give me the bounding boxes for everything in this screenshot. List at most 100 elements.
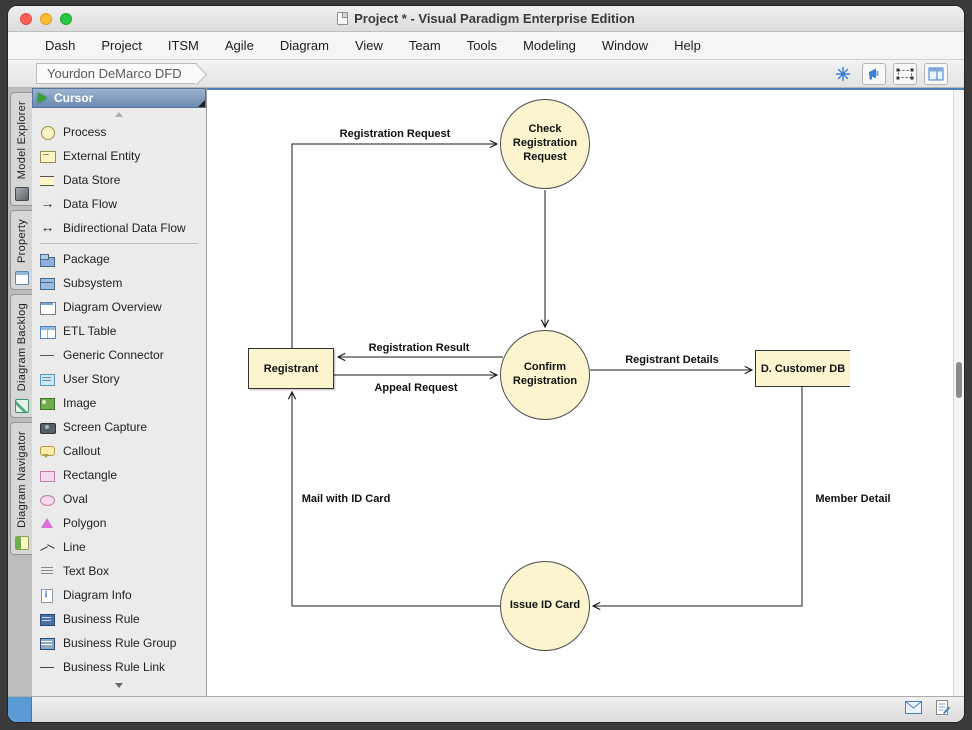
app-window: Project * - Visual Paradigm Enterprise E…: [8, 6, 964, 722]
menu-agile[interactable]: Agile: [212, 38, 267, 53]
message-icon[interactable]: [905, 701, 922, 719]
process-icon: [39, 124, 56, 140]
palette-item-oval[interactable]: Oval: [32, 487, 206, 511]
palette-item-data-store[interactable]: Data Store: [32, 168, 206, 192]
palette-scroll-down[interactable]: [32, 679, 206, 691]
diagram-backlog-icon: [15, 399, 29, 413]
palette-item-data-flow[interactable]: Data Flow: [32, 192, 206, 216]
palette-item-business-rule-group[interactable]: Business Rule Group: [32, 631, 206, 655]
external-entity-registrant[interactable]: Registrant: [248, 348, 334, 389]
palette-item-label: Package: [63, 252, 110, 266]
sidebar-tab-property[interactable]: Property: [10, 210, 32, 290]
menu-bar: Dash Project ITSM Agile Diagram View Tea…: [8, 32, 964, 60]
triangle-down-icon: [115, 683, 123, 688]
data-store-customer-db[interactable]: D. Customer DB: [755, 350, 850, 387]
palette-item-process[interactable]: Process: [32, 120, 206, 144]
scrollbar-thumb[interactable]: [956, 362, 962, 398]
package-icon: [39, 251, 56, 267]
menu-window[interactable]: Window: [589, 38, 661, 53]
close-window-button[interactable]: [20, 13, 32, 25]
data-store-icon: [39, 172, 56, 188]
callout-icon: [39, 443, 56, 459]
palette-item-label: External Entity: [63, 149, 140, 163]
palette-item-business-rule[interactable]: Business Rule: [32, 607, 206, 631]
flow-label-registrant-details[interactable]: Registrant Details: [623, 354, 721, 366]
flow-label-appeal-request[interactable]: Appeal Request: [372, 382, 459, 394]
selection-bounds-icon[interactable]: [893, 63, 917, 85]
palette-item-diagram-overview[interactable]: Diagram Overview: [32, 295, 206, 319]
cursor-label: Cursor: [54, 91, 93, 105]
menu-itsm[interactable]: ITSM: [155, 38, 212, 53]
flow-label-member-detail[interactable]: Member Detail: [813, 493, 892, 505]
minimize-window-button[interactable]: [40, 13, 52, 25]
polygon-icon: [39, 515, 56, 531]
palette-item-label: ETL Table: [63, 324, 116, 338]
corner-badge[interactable]: [8, 697, 32, 722]
business-rule-group-icon: [39, 635, 56, 651]
property-icon: [15, 271, 29, 285]
publish-megaphone-icon[interactable]: [862, 63, 886, 85]
palette-item-bidirectional-data-flow[interactable]: Bidirectional Data Flow: [32, 216, 206, 240]
palette-item-label: Callout: [63, 444, 100, 458]
palette-item-diagram-info[interactable]: Diagram Info: [32, 583, 206, 607]
vertical-scrollbar[interactable]: [953, 90, 964, 696]
modeling-snowflake-icon[interactable]: [831, 63, 855, 85]
text-box-icon: [39, 563, 56, 579]
palette-item-etl-table[interactable]: ETL Table: [32, 319, 206, 343]
business-rule-icon: [39, 611, 56, 627]
palette-item-user-story[interactable]: User Story: [32, 367, 206, 391]
menu-modeling[interactable]: Modeling: [510, 38, 589, 53]
sidebar-tab-model-explorer[interactable]: Model Explorer: [10, 92, 32, 206]
line-icon: [39, 539, 56, 555]
palette-cursor-tool[interactable]: Cursor: [32, 88, 206, 108]
document-icon: [337, 12, 348, 25]
palette-scroll-up[interactable]: [32, 108, 206, 120]
breadcrumb-label: Yourdon DeMarco DFD: [47, 66, 182, 81]
palette-item-business-rule-link[interactable]: Business Rule Link: [32, 655, 206, 679]
panel-grid-icon[interactable]: [924, 63, 948, 85]
tab-label: Diagram Backlog: [16, 303, 28, 391]
process-issue-id-card[interactable]: Issue ID Card: [500, 561, 590, 651]
palette-item-screen-capture[interactable]: Screen Capture: [32, 415, 206, 439]
zoom-window-button[interactable]: [60, 13, 72, 25]
tab-label: Property: [16, 219, 28, 263]
palette-item-callout[interactable]: Callout: [32, 439, 206, 463]
palette-item-external-entity[interactable]: External Entity: [32, 144, 206, 168]
diagram-canvas[interactable]: Registration Request Registration Result…: [207, 88, 964, 696]
palette-item-label: Rectangle: [63, 468, 117, 482]
palette-item-line[interactable]: Line: [32, 535, 206, 559]
tab-label: Model Explorer: [16, 101, 28, 179]
palette-separator: [40, 243, 198, 244]
palette-item-generic-connector[interactable]: Generic Connector: [32, 343, 206, 367]
palette-item-image[interactable]: Image: [32, 391, 206, 415]
diagram-info-icon: [39, 587, 56, 603]
flow-label-registration-result[interactable]: Registration Result: [367, 342, 472, 354]
menu-view[interactable]: View: [342, 38, 396, 53]
edit-document-icon[interactable]: [936, 700, 950, 720]
flow-registration-request-line: [292, 144, 497, 348]
process-confirm-registration[interactable]: Confirm Registration: [500, 330, 590, 420]
menu-tools[interactable]: Tools: [454, 38, 510, 53]
sidebar-tab-diagram-navigator[interactable]: Diagram Navigator: [10, 422, 32, 555]
menu-help[interactable]: Help: [661, 38, 714, 53]
palette-item-polygon[interactable]: Polygon: [32, 511, 206, 535]
palette-item-package[interactable]: Package: [32, 247, 206, 271]
flow-label-mail-with-id-card[interactable]: Mail with ID Card: [300, 493, 393, 505]
menu-project[interactable]: Project: [88, 38, 154, 53]
status-bar: [8, 696, 964, 722]
palette-item-label: Data Flow: [63, 197, 117, 211]
palette-item-label: Business Rule: [63, 612, 140, 626]
menu-dash[interactable]: Dash: [32, 38, 88, 53]
sidebar-tab-diagram-backlog[interactable]: Diagram Backlog: [10, 294, 32, 418]
flow-label-registration-request[interactable]: Registration Request: [338, 128, 453, 140]
process-check-registration-request[interactable]: Check Registration Request: [500, 99, 590, 189]
cursor-icon: [38, 93, 47, 103]
breadcrumb[interactable]: Yourdon DeMarco DFD: [36, 63, 197, 84]
palette-item-text-box[interactable]: Text Box: [32, 559, 206, 583]
palette-item-rectangle[interactable]: Rectangle: [32, 463, 206, 487]
palette-item-label: Business Rule Group: [63, 636, 176, 650]
menu-team[interactable]: Team: [396, 38, 454, 53]
palette-item-subsystem[interactable]: Subsystem: [32, 271, 206, 295]
menu-diagram[interactable]: Diagram: [267, 38, 342, 53]
etl-table-icon: [39, 323, 56, 339]
